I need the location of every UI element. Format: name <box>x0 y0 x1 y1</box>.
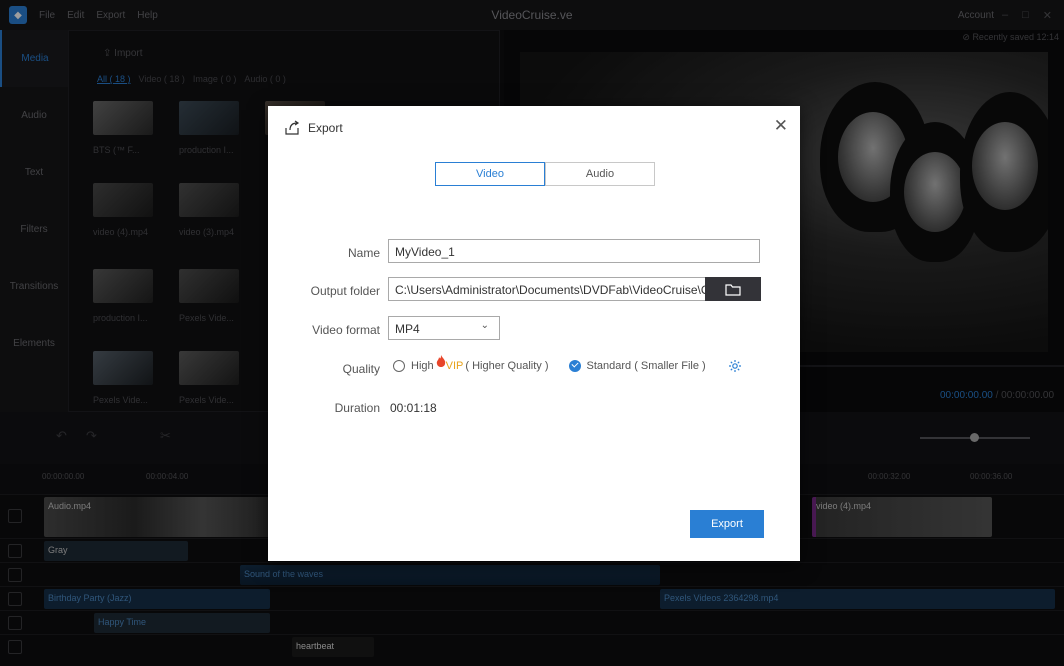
tab-audio[interactable]: Audio <box>545 162 655 186</box>
chevron-down-icon: ⌄ <box>480 320 489 331</box>
export-button[interactable]: Export <box>690 510 764 538</box>
dialog-header: Export <box>284 120 343 136</box>
quality-standard-radio[interactable] <box>568 360 581 372</box>
name-field[interactable]: MyVideo_1 <box>388 239 760 263</box>
quality-label: Quality <box>342 362 380 376</box>
tab-video[interactable]: Video <box>435 162 545 186</box>
video-format-select[interactable]: MP4 ⌄ <box>388 316 500 340</box>
settings-icon[interactable] <box>728 359 742 373</box>
output-folder-field[interactable]: C:\Users\Administrator\Documents\DVDFab\… <box>388 277 737 301</box>
quality-high-label: High <box>411 360 434 372</box>
fire-icon <box>436 355 445 367</box>
quality-standard-label: Standard ( Smaller File ) <box>586 360 706 372</box>
duration-value: 00:01:18 <box>390 401 437 415</box>
video-format-label: Video format <box>312 323 380 337</box>
duration-label: Duration <box>334 401 380 415</box>
quality-high-radio[interactable] <box>393 360 405 372</box>
export-type-tabs: Video Audio <box>435 162 655 186</box>
quality-options: High VIP ( Higher Quality ) Standard ( S… <box>393 355 742 373</box>
close-icon[interactable]: ✕ <box>774 116 788 136</box>
quality-high-note: ( Higher Quality ) <box>465 360 549 372</box>
folder-icon <box>725 283 741 296</box>
browse-folder-button[interactable] <box>705 277 761 301</box>
output-folder-label: Output folder <box>310 284 380 298</box>
name-label: Name <box>347 246 380 260</box>
dialog-title: Export <box>308 121 343 135</box>
video-format-value: MP4 <box>395 322 420 336</box>
export-icon <box>285 120 300 135</box>
vip-badge: VIP <box>445 360 464 372</box>
export-dialog: Export ✕ Video Audio Name MyVideo_1 Outp… <box>268 106 800 561</box>
